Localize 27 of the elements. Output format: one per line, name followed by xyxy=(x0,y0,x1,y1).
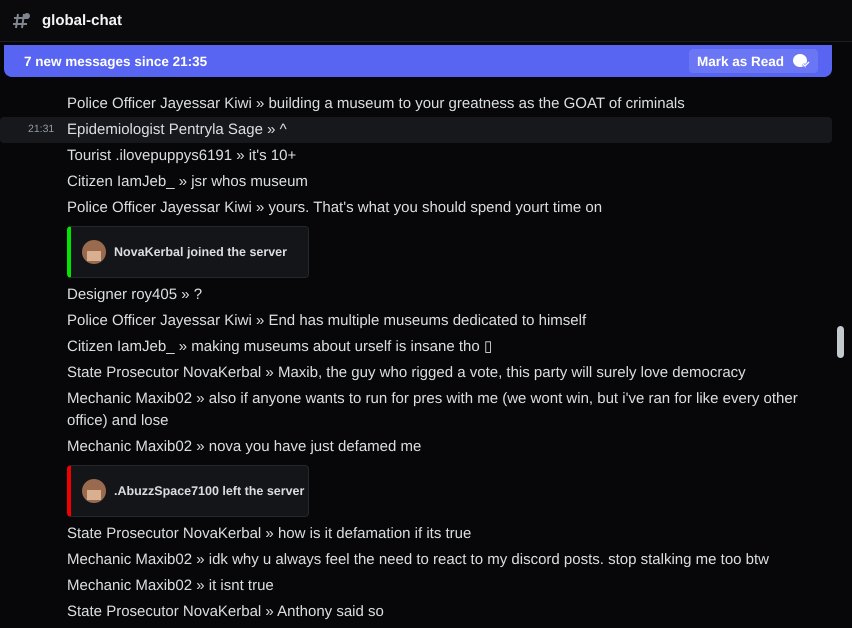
system-message-text: .AbuzzSpace7100 left the server xyxy=(114,484,304,498)
message-text: State Prosecutor NovaKerbal » Maxib, the guy who rigged a vote, this party will surely love democracy xyxy=(67,363,746,383)
message-text: State Prosecutor NovaKerbal » how is it defamation if its true xyxy=(67,524,472,544)
message-text: Mechanic Maxib02 » also if anyone wants to run for pres with me (we wont win, but i've ran for like every other office) and lose xyxy=(67,389,799,431)
mark-as-read-button[interactable]: Mark as Read xyxy=(688,49,818,73)
avatar-icon xyxy=(82,479,106,503)
message-text: Citizen IamJeb_ » making museums about urself is insane tho ▯ xyxy=(67,337,492,357)
scrollbar-thumb[interactable] xyxy=(837,326,844,358)
message-text: Police Officer Jayessar Kiwi » yours. That's what you should spend yourt time on xyxy=(67,198,602,218)
avatar-icon xyxy=(82,240,106,264)
hashtag-icon xyxy=(12,10,32,30)
message-text: Police Officer Jayessar Kiwi » building a museum to your greatness as the GOAT of criminals xyxy=(67,94,685,114)
system-message-text: NovaKerbal joined the server xyxy=(114,245,287,259)
chat-check-icon xyxy=(792,53,810,69)
message-text: Designer roy405 » ? xyxy=(67,285,202,305)
message-text: State Prosecutor NovaKerbal » Anthony said so xyxy=(67,602,384,622)
timestamp: 21:31 xyxy=(28,123,54,135)
message-text: Mechanic Maxib02 » it isnt true xyxy=(67,576,274,596)
message-text: Police Officer Jayessar Kiwi » End has multiple museums dedicated to himself xyxy=(67,311,586,331)
message-text: Mechanic Maxib02 » idk why u always feel the need to react to my discord posts. stop stalking me too btw xyxy=(67,550,770,570)
channel-name: global-chat xyxy=(42,12,122,29)
new-messages-banner[interactable]: 7 new messages since 21:35 Mark as Read xyxy=(4,45,832,77)
message-text: Epidemiologist Pentryla Sage » ^ xyxy=(67,120,287,140)
banner-text: 7 new messages since 21:35 xyxy=(24,54,208,68)
message-text: Citizen IamJeb_ » jsr whos museum xyxy=(67,172,308,192)
message-text: Tourist .ilovepuppys6191 » it's 10+ xyxy=(67,146,296,166)
message-text: Mechanic Maxib02 » nova you have just defamed me xyxy=(67,437,422,457)
